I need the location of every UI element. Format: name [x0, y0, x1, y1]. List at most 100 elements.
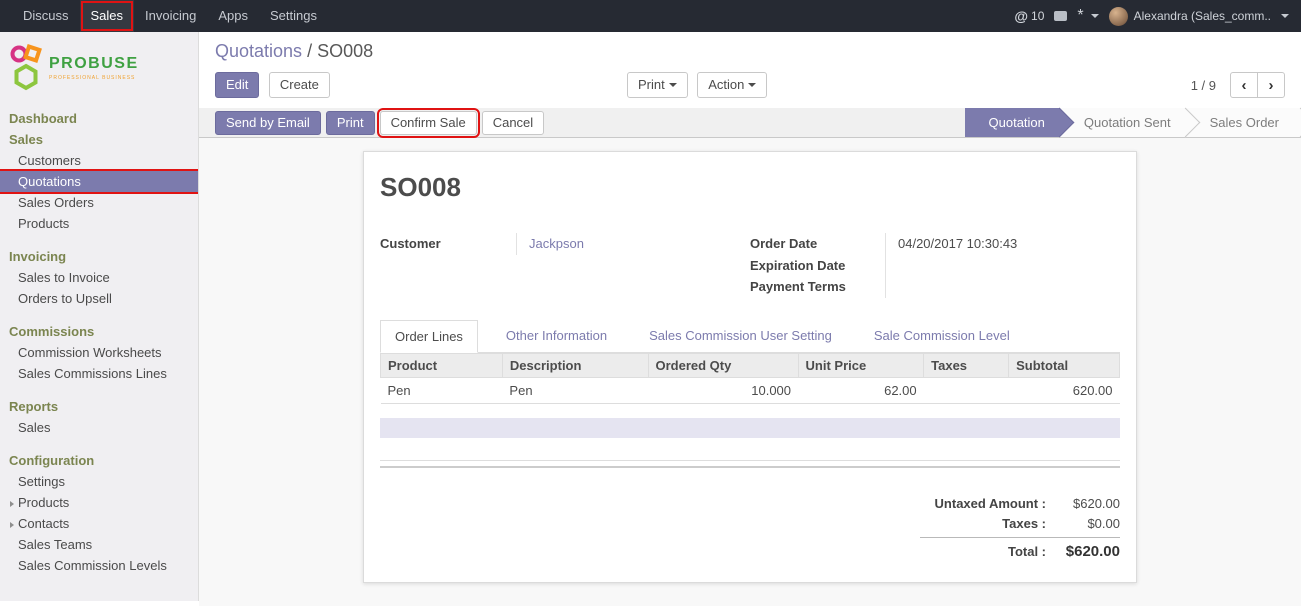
caret-down-icon — [748, 83, 756, 87]
menu-discuss[interactable]: Discuss — [12, 0, 80, 32]
control-panel: Quotations / SO008 Edit Create Print Act… — [199, 32, 1301, 108]
right-field-group: Order Date 04/20/2017 10:30:43 Expiratio… — [750, 233, 1120, 298]
payment-terms-label: Payment Terms — [750, 276, 885, 298]
sidebar-item-products[interactable]: Products — [0, 213, 198, 234]
confirm-sale-button[interactable]: Confirm Sale — [380, 111, 477, 135]
tab-other-information[interactable]: Other Information — [492, 320, 621, 352]
cell-subtotal: 620.00 — [1009, 377, 1120, 403]
print-button[interactable]: Print — [326, 111, 375, 135]
messages-indicator[interactable]: @ 10 — [1014, 8, 1044, 24]
brand-text: PROBUSE PROFESSIONAL BUSINESS — [49, 55, 139, 81]
notebook-tabs: Order Lines Other Information Sales Comm… — [380, 320, 1120, 353]
pager-buttons: ‹ › — [1230, 72, 1285, 98]
send-by-email-button[interactable]: Send by Email — [215, 111, 321, 135]
breadcrumb: Quotations / SO008 — [215, 40, 1285, 63]
breadcrumb-quotations[interactable]: Quotations — [215, 41, 302, 61]
untaxed-amount-label: Untaxed Amount : — [920, 494, 1046, 514]
caret-right-icon — [10, 501, 14, 507]
chat-bubble-icon[interactable] — [1054, 11, 1067, 21]
user-avatar — [1109, 7, 1128, 26]
pager-next-button[interactable]: › — [1257, 72, 1285, 98]
cp-left-buttons: Edit Create — [215, 72, 627, 98]
sidebar-item-sales-teams[interactable]: Sales Teams — [0, 534, 198, 555]
sidebar-heading-dashboard[interactable]: Dashboard — [0, 108, 198, 129]
sidebar-heading-reports[interactable]: Reports — [0, 396, 198, 417]
caret-down-icon — [669, 83, 677, 87]
pager-counter: 1 / 9 — [1191, 78, 1216, 93]
asterisk-icon: * — [1077, 11, 1083, 21]
payment-terms-value — [885, 276, 1120, 298]
customer-value[interactable]: Jackpson — [516, 233, 750, 255]
sidebar-item-orders-to-upsell[interactable]: Orders to Upsell — [0, 288, 198, 309]
sidebar-item-sales-orders[interactable]: Sales Orders — [0, 192, 198, 213]
menu-sales[interactable]: Sales — [80, 0, 135, 32]
left-field-group: Customer Jackpson — [380, 233, 750, 298]
separator-line — [380, 460, 1120, 461]
order-date-value: 04/20/2017 10:30:43 — [885, 233, 1120, 255]
menu-apps[interactable]: Apps — [207, 0, 259, 32]
tab-sales-commission-user-setting[interactable]: Sales Commission User Setting — [635, 320, 846, 352]
sidebar-item-sales-to-invoice[interactable]: Sales to Invoice — [0, 267, 198, 288]
order-line-row[interactable]: Pen Pen 10.000 62.00 620.00 — [381, 377, 1120, 403]
sidebar-heading-configuration[interactable]: Configuration — [0, 450, 198, 471]
sidebar-item-commission-worksheets[interactable]: Commission Worksheets — [0, 342, 198, 363]
sidebar-heading-commissions[interactable]: Commissions — [0, 321, 198, 342]
cp-center-buttons: Print Action — [627, 72, 767, 98]
cancel-button[interactable]: Cancel — [482, 111, 544, 135]
form-sheet: SO008 Customer Jackpson Order Date 04/20… — [363, 151, 1137, 583]
sidebar-heading-sales[interactable]: Sales — [0, 129, 198, 150]
sidebar-item-quotations[interactable]: Quotations — [0, 171, 198, 192]
user-menu[interactable]: Alexandra (Sales_comm.. — [1109, 7, 1289, 26]
empty-list-row — [380, 418, 1120, 438]
caret-right-icon — [10, 522, 14, 528]
sidebar-item-settings[interactable]: Settings — [0, 471, 198, 492]
pager: 1 / 9 ‹ › — [1191, 72, 1285, 98]
debug-menu[interactable]: * — [1077, 11, 1098, 21]
print-label: Print — [638, 76, 665, 94]
sidebar-item-contacts[interactable]: Contacts — [0, 513, 198, 534]
pager-previous-button[interactable]: ‹ — [1230, 72, 1258, 98]
column-header-ordered-qty[interactable]: Ordered Qty — [648, 353, 798, 377]
print-dropdown-button[interactable]: Print — [627, 72, 688, 98]
statusbar: Send by Email Print Confirm Sale Cancel … — [199, 108, 1301, 138]
order-lines-table: Product Description Ordered Qty Unit Pri… — [380, 353, 1120, 404]
sidebar-heading-invoicing[interactable]: Invoicing — [0, 246, 198, 267]
column-header-unit-price[interactable]: Unit Price — [798, 353, 924, 377]
cell-product[interactable]: Pen — [381, 377, 503, 403]
tab-sale-commission-level[interactable]: Sale Commission Level — [860, 320, 1024, 352]
brand-name: PROBUSE — [49, 55, 139, 73]
status-step-quotation-sent[interactable]: Quotation Sent — [1060, 108, 1186, 137]
sidebar-item-sales-commissions-lines[interactable]: Sales Commissions Lines — [0, 363, 198, 384]
record-title: SO008 — [380, 172, 1120, 203]
taxes-value: $0.00 — [1046, 514, 1120, 534]
edit-button[interactable]: Edit — [215, 72, 259, 98]
sidebar-item-reports-sales[interactable]: Sales — [0, 417, 198, 438]
menu-invoicing[interactable]: Invoicing — [134, 0, 207, 32]
action-dropdown-button[interactable]: Action — [697, 72, 767, 98]
create-button[interactable]: Create — [269, 72, 330, 98]
app-menus: Discuss Sales Invoicing Apps Settings — [0, 0, 328, 32]
expiration-date-label: Expiration Date — [750, 255, 885, 277]
breadcrumb-current: SO008 — [317, 41, 373, 61]
taxes-label: Taxes : — [920, 514, 1046, 534]
action-label: Action — [708, 76, 744, 94]
main-area: Quotations / SO008 Edit Create Print Act… — [199, 32, 1301, 601]
column-header-product[interactable]: Product — [381, 353, 503, 377]
menu-settings[interactable]: Settings — [259, 0, 328, 32]
sidebar-item-label: Products — [18, 495, 69, 510]
order-date-label: Order Date — [750, 233, 885, 255]
tab-order-lines[interactable]: Order Lines — [380, 320, 478, 353]
column-header-subtotal[interactable]: Subtotal — [1009, 353, 1120, 377]
sidebar-item-customers[interactable]: Customers — [0, 150, 198, 171]
message-count: 10 — [1031, 9, 1044, 23]
status-step-sales-order[interactable]: Sales Order — [1186, 108, 1301, 137]
sidebar: PROBUSE PROFESSIONAL BUSINESS Dashboard … — [0, 32, 199, 601]
status-step-quotation[interactable]: Quotation — [965, 108, 1060, 137]
column-header-description[interactable]: Description — [502, 353, 648, 377]
probuse-logo[interactable]: PROBUSE PROFESSIONAL BUSINESS — [0, 32, 198, 108]
sidebar-item-sales-commission-levels[interactable]: Sales Commission Levels — [0, 555, 198, 576]
sidebar-item-config-products[interactable]: Products — [0, 492, 198, 513]
column-header-taxes[interactable]: Taxes — [924, 353, 1009, 377]
form-view-background: SO008 Customer Jackpson Order Date 04/20… — [199, 138, 1301, 606]
cell-taxes — [924, 377, 1009, 403]
